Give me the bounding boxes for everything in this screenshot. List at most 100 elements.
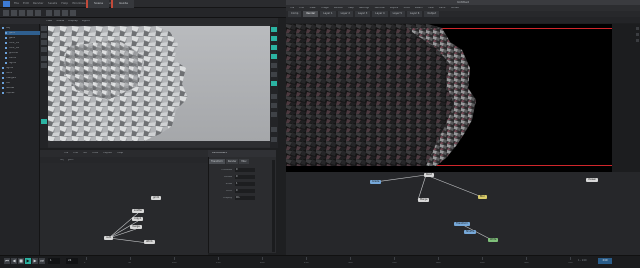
menu-file[interactable]: File: [14, 2, 19, 5]
shelf-tool-icon[interactable]: [46, 10, 52, 16]
display-option-icon[interactable]: [271, 127, 277, 132]
menu-assets[interactable]: Assets: [48, 2, 58, 5]
outliner-item[interactable]: light1: [5, 61, 16, 65]
outliner-item[interactable]: null1: [2, 71, 12, 75]
select-tool-icon[interactable]: [41, 26, 47, 31]
display-option-icon[interactable]: [271, 27, 277, 32]
parameter-value-field[interactable]: 0: [235, 189, 255, 193]
guest-menu-item[interactable]: Nodes: [451, 7, 459, 10]
viewport-menu-lights[interactable]: Lights: [82, 20, 90, 23]
node-menu-file[interactable]: File: [64, 152, 68, 155]
guest-menu-item[interactable]: Tools: [403, 7, 409, 10]
viewport-menu-view[interactable]: View: [46, 20, 52, 23]
viewport-menu-shade[interactable]: Shade: [56, 20, 64, 23]
pose-tool-icon[interactable]: [41, 63, 47, 68]
parameter-value-field[interactable]: 0: [235, 175, 255, 179]
fps-field[interactable]: 24: [66, 258, 78, 264]
node-menu-go[interactable]: Go: [83, 152, 87, 155]
guest-menu-item[interactable]: View: [309, 7, 315, 10]
shelf-tool-icon[interactable]: [19, 10, 25, 16]
graph-node[interactable]: Read: [424, 173, 435, 177]
outliner-item[interactable]: rock_01: [5, 41, 19, 45]
tab-render[interactable]: Render: [225, 159, 239, 164]
shelf-tool-icon[interactable]: [27, 10, 33, 16]
rotate-tool-icon[interactable]: [41, 40, 47, 45]
display-option-icon[interactable]: [271, 72, 277, 77]
node-graph-right[interactable]: Read Grade Merge Blur Transform Shuffle Write V…: [286, 172, 640, 256]
graph-node[interactable]: Grade: [370, 180, 382, 184]
graph-node[interactable]: Write: [488, 238, 499, 242]
move-tool-icon[interactable]: [41, 33, 47, 38]
guest-menu-item[interactable]: Settings: [359, 7, 370, 10]
node-editor-left[interactable]: grid1 scatter copy1 merge out1 attrib: [40, 163, 208, 255]
shelf-tool-icon[interactable]: [70, 10, 76, 16]
graph-node[interactable]: Viewer: [586, 178, 599, 182]
tab-transform[interactable]: Transform: [209, 159, 225, 164]
guest-menu-item[interactable]: Window: [374, 7, 384, 10]
graph-node[interactable]: merge: [130, 225, 142, 229]
parameter-value-field[interactable]: 0: [235, 168, 255, 172]
outliner-item[interactable]: light2: [2, 66, 13, 70]
guest-menu-item[interactable]: Render: [334, 7, 343, 10]
step-back-icon[interactable]: ◀: [11, 258, 17, 264]
outliner-item[interactable]: ropnet: [2, 91, 15, 95]
outliner-item[interactable]: merge1: [2, 76, 16, 80]
graph-node[interactable]: Merge: [418, 198, 430, 202]
graph-node[interactable]: out1: [104, 236, 114, 240]
graph-node[interactable]: attrib: [144, 240, 155, 244]
display-option-icon[interactable]: [271, 137, 277, 142]
stop-icon[interactable]: ■: [18, 258, 24, 264]
path-crumb[interactable]: obj: [60, 159, 64, 161]
guest-menu-item[interactable]: Edit: [299, 7, 304, 10]
tab-guide[interactable]: Guide: [111, 0, 134, 8]
timeline-bar[interactable]: [0, 255, 640, 268]
tab-scene[interactable]: Scene: [86, 0, 110, 8]
guest-menu-item[interactable]: Layers: [390, 7, 399, 10]
graph-node[interactable]: Shuffle: [464, 230, 477, 234]
step-forward-icon[interactable]: ▶: [32, 258, 38, 264]
go-to-start-icon[interactable]: ⏮: [4, 258, 10, 264]
display-option-icon[interactable]: [271, 103, 277, 108]
node-menu-edit[interactable]: Edit: [73, 152, 78, 155]
outliner-item[interactable]: geo2: [5, 36, 15, 40]
graph-node[interactable]: scatter: [132, 209, 145, 213]
render-viewer[interactable]: [286, 24, 612, 172]
shelf-tool-icon[interactable]: [35, 10, 41, 16]
parameter-value-field[interactable]: 1: [235, 182, 255, 186]
graph-node[interactable]: copy1: [132, 217, 144, 221]
go-to-end-icon[interactable]: ⏭: [39, 258, 45, 264]
display-option-icon[interactable]: [271, 94, 277, 99]
graph-node[interactable]: Blur: [478, 195, 487, 199]
outliner-item[interactable]: render: [2, 86, 15, 90]
viewer-option-icon[interactable]: [636, 39, 639, 42]
node-menu-help[interactable]: Help: [117, 152, 123, 155]
guest-menu-item[interactable]: Image: [321, 7, 329, 10]
menu-windows[interactable]: Windows: [72, 2, 85, 5]
shelf-tool-icon[interactable]: [3, 10, 9, 16]
scale-tool-icon[interactable]: [41, 47, 47, 52]
display-option-icon[interactable]: [271, 36, 277, 41]
guest-menu-item[interactable]: Select: [415, 7, 423, 10]
guest-menu-item[interactable]: Paint: [439, 7, 445, 10]
viewer-option-icon[interactable]: [636, 27, 639, 30]
node-menu-tools[interactable]: Tools: [92, 152, 98, 155]
graph-node[interactable]: grid1: [151, 196, 162, 200]
menu-help[interactable]: Help: [61, 2, 68, 5]
outliner-item[interactable]: geo1: [5, 31, 41, 35]
menu-render[interactable]: Render: [33, 2, 44, 5]
shelf-tool-icon[interactable]: [62, 10, 68, 16]
display-option-icon[interactable]: [271, 45, 277, 50]
shelf-tool-icon[interactable]: [54, 10, 60, 16]
outliner-item[interactable]: obj: [2, 26, 10, 30]
viewport-3d-left[interactable]: [48, 26, 270, 141]
menu-edit[interactable]: Edit: [23, 2, 29, 5]
viewer-option-icon[interactable]: [636, 33, 639, 36]
snap-tool-icon[interactable]: [41, 119, 47, 124]
outliner-item[interactable]: cam1: [5, 56, 16, 60]
shelf-tool-icon[interactable]: [11, 10, 17, 16]
parameter-value-field[interactable]: On: [235, 196, 255, 200]
outliner-item[interactable]: rock_02: [5, 46, 19, 50]
node-menu-layout[interactable]: Layout: [103, 152, 112, 155]
viewport-menu-display[interactable]: Display: [68, 20, 78, 23]
range-end-field[interactable]: 240: [598, 258, 612, 264]
